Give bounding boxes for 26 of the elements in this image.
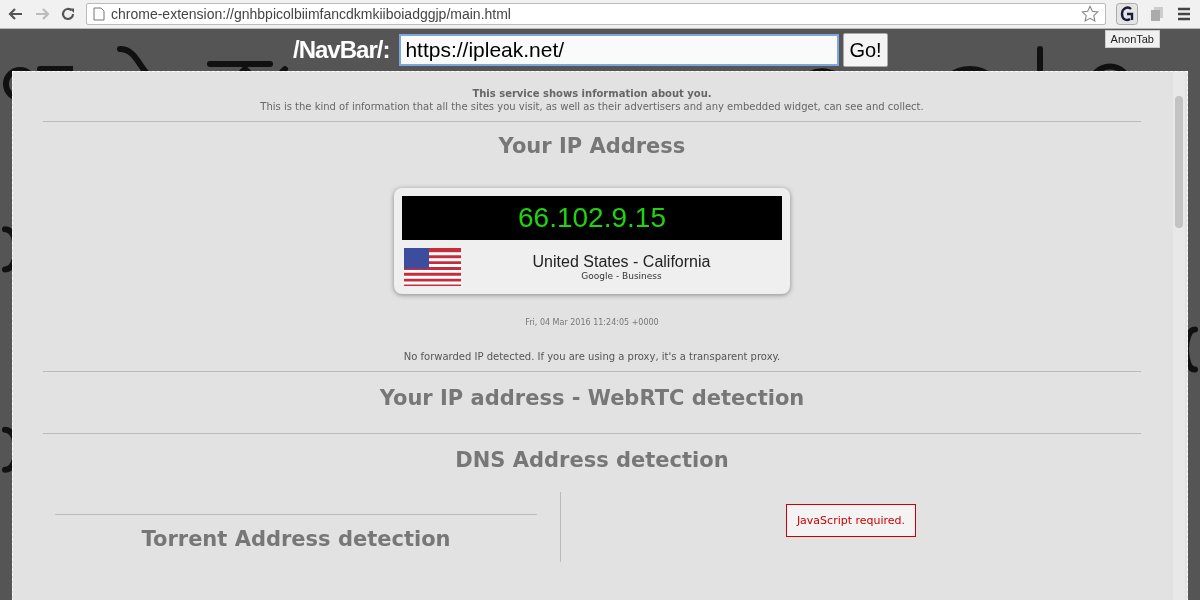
- section-heading: Torrent Address detection: [141, 527, 451, 551]
- url-input[interactable]: https://ipleak.net/: [399, 34, 840, 66]
- location-text: United States - California: [531, 253, 712, 271]
- star-icon[interactable]: [1081, 5, 1099, 23]
- intro-text: This is the kind of information that all the sites you visit, as well as their advertisers and any embedded widget, can see and collect.: [260, 101, 924, 112]
- isp-text: Google - Business: [580, 271, 663, 281]
- section-heading: Your IP Address: [498, 134, 686, 158]
- scrollbar[interactable]: [1173, 72, 1185, 600]
- timestamp: Fri, 04 Mar 2016 11:24:05 +0000: [525, 318, 659, 327]
- section-heading: DNS Address detection: [455, 448, 729, 472]
- scrollbar-thumb[interactable]: [1175, 96, 1183, 228]
- reload-icon[interactable]: [60, 6, 76, 22]
- menu-icon[interactable]: [1176, 6, 1192, 22]
- navbar-label: /NavBar/:: [293, 36, 390, 64]
- go-button[interactable]: Go!: [843, 33, 888, 67]
- extension-icon[interactable]: [1116, 3, 1138, 25]
- back-icon[interactable]: [8, 6, 24, 22]
- address-bar[interactable]: chrome-extension://gnhbpicolbiimfancdkmkiiboiadggjp/main.html: [86, 3, 1106, 25]
- error-notice: JavaScript required.: [785, 504, 917, 537]
- proxy-note: No forwarded IP detected. If you are using a proxy, it's a transparent proxy.: [403, 351, 781, 362]
- section-heading: Your IP address - WebRTC detection: [379, 386, 805, 410]
- tooltip: AnonTab: [1104, 30, 1160, 48]
- ip-display: 66.102.9.15: [402, 196, 782, 240]
- flag-icon: [404, 248, 461, 286]
- page-icon: [93, 7, 105, 21]
- intro-title: This service shows information about you.: [472, 88, 712, 99]
